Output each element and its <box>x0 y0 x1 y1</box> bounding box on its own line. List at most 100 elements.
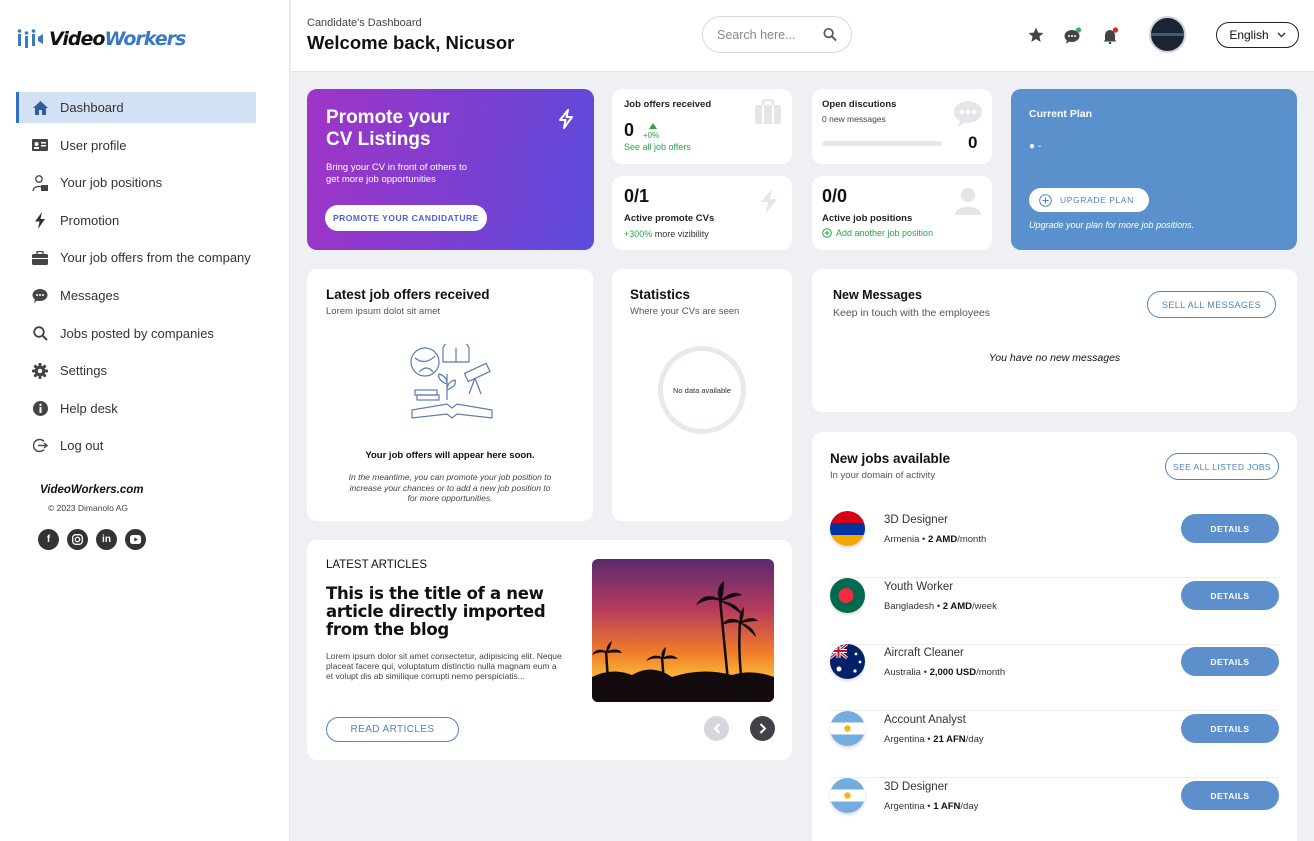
sidebar-item-help-desk[interactable]: Help desk <box>16 393 256 424</box>
job-title[interactable]: 3D Designer <box>884 514 948 526</box>
sidebar-item-jobs-posted[interactable]: Jobs posted by companies <box>16 318 256 349</box>
plan-value: ● - <box>1029 141 1042 152</box>
chat-icon <box>954 101 982 127</box>
job-meta: Armenia • 2 AMD/month <box>884 534 987 545</box>
linkedin-icon[interactable]: in <box>96 529 117 550</box>
sidebar-item-promotion[interactable]: Promotion <box>16 205 256 236</box>
sidebar-item-label: User profile <box>60 137 127 153</box>
details-button[interactable]: DETAILS <box>1181 714 1279 743</box>
promote-candidature-button[interactable]: PROMOTE YOUR CANDIDATURE <box>325 205 487 231</box>
bolt-icon <box>559 109 573 129</box>
job-row: 3D Designer Armenia • 2 AMD/month DETAIL… <box>830 511 1279 578</box>
sidebar-item-label: Log out <box>60 438 104 454</box>
details-button[interactable]: DETAILS <box>1181 781 1279 810</box>
sidebar-item-messages[interactable]: Messages <box>16 280 256 311</box>
bolt-icon <box>32 211 48 229</box>
sidebar-item-dashboard[interactable]: Dashboard <box>16 92 256 123</box>
briefcase-icon <box>32 250 48 266</box>
search-input[interactable] <box>717 27 813 42</box>
job-title[interactable]: 3D Designer <box>884 781 948 793</box>
promote-cvs-card: 0/1 Active promote CVs +300% more vizibi… <box>612 176 792 250</box>
user-tie-icon <box>32 174 48 191</box>
job-title[interactable]: Aircraft Cleaner <box>884 647 964 659</box>
sidebar-item-label: Messages <box>60 287 120 303</box>
details-button[interactable]: DETAILS <box>1181 581 1279 610</box>
current-plan-card: Current Plan ● - UPGRADE PLAN Upgrade yo… <box>1011 89 1297 250</box>
search-icon[interactable] <box>823 27 837 42</box>
latest-offers-empty-text: In the meantime, you can promote your jo… <box>348 472 552 503</box>
discussions-card: Open discutions 0 new messages 0 <box>812 89 992 164</box>
sidebar-item-label: Dashboard <box>60 100 124 115</box>
statistics-sub: Where your CVs are seen <box>630 306 740 317</box>
messages-sub: Keep in touch with the employees <box>833 307 991 319</box>
sidebar-item-label: Help desk <box>60 400 118 416</box>
argentina-flag-icon <box>830 778 865 813</box>
sidebar-item-job-offers-company[interactable]: Your job offers from the company <box>16 242 256 273</box>
latest-offers-sub: Lorem ipsum dolot sit amet <box>326 306 441 317</box>
job-meta: Bangladesh • 2 AMD/week <box>884 601 997 612</box>
sidebar-item-log-out[interactable]: Log out <box>16 430 256 461</box>
sidebar-item-label: Jobs posted by companies <box>60 325 214 341</box>
new-jobs-sub: In your domain of activity <box>830 470 936 481</box>
star-icon[interactable] <box>1027 26 1045 44</box>
job-offers-change: +0% <box>643 131 660 140</box>
plan-note: Upgrade your plan for more job positions… <box>1029 220 1195 230</box>
plan-title: Current Plan <box>1029 108 1093 120</box>
job-positions-count: 0/0 <box>822 186 848 206</box>
latest-offers-empty-title: Your job offers will appear here soon. <box>365 450 535 461</box>
chevron-right-icon <box>759 723 766 734</box>
logo[interactable]: VideoWorkers <box>17 28 186 50</box>
bangladesh-flag-icon <box>830 578 865 613</box>
upgrade-plan-button[interactable]: UPGRADE PLAN <box>1029 188 1149 212</box>
job-row: Account Analyst Argentina • 21 AFN/day D… <box>830 711 1279 778</box>
new-jobs-title: New jobs available <box>830 451 951 466</box>
see-all-messages-button[interactable]: SELL ALL MESSAGES <box>1147 291 1276 318</box>
armenia-flag-icon <box>830 511 865 546</box>
education-illustration-icon <box>410 344 493 419</box>
statistics-empty: No data available <box>673 385 731 395</box>
article-image[interactable] <box>592 559 774 702</box>
promo-title: Promote your CV Listings <box>326 107 450 150</box>
chat-notification-icon[interactable] <box>1064 26 1082 44</box>
header-subtitle: Candidate's Dashboard <box>307 17 422 29</box>
job-meta: Argentina • 21 AFN/day <box>884 734 984 745</box>
avatar[interactable] <box>1149 16 1186 53</box>
article-body: Lorem ipsum dolor sit amet consectetur, … <box>326 651 562 681</box>
add-job-position-link[interactable]: Add another job position <box>822 228 933 238</box>
article-title[interactable]: This is the title of a new article direc… <box>326 585 556 639</box>
details-button[interactable]: DETAILS <box>1181 514 1279 543</box>
instagram-icon[interactable] <box>67 529 88 550</box>
see-all-job-offers-link[interactable]: See all job offers <box>624 142 691 152</box>
sidebar-item-job-positions[interactable]: Your job positions <box>16 167 256 198</box>
footer-brand: VideoWorkers.com <box>40 484 144 496</box>
search-icon <box>32 325 48 341</box>
bolt-icon <box>761 189 777 213</box>
facebook-icon[interactable]: f <box>38 529 59 550</box>
youtube-icon[interactable] <box>125 529 146 550</box>
discussions-progress <box>822 141 942 146</box>
promote-cvs-note: +300% more vizibility <box>624 229 709 239</box>
read-articles-button[interactable]: READ ARTICLES <box>326 717 459 742</box>
plus-circle-icon <box>822 228 832 238</box>
search-box[interactable] <box>702 16 852 53</box>
prev-article-button[interactable] <box>704 716 729 741</box>
chevron-down-icon <box>1277 32 1286 38</box>
bell-icon[interactable] <box>1101 26 1119 44</box>
logout-icon <box>32 438 48 454</box>
next-article-button[interactable] <box>750 716 775 741</box>
details-button[interactable]: DETAILS <box>1181 647 1279 676</box>
see-all-jobs-button[interactable]: SEE ALL LISTED JOBS <box>1165 453 1279 480</box>
language-label: English <box>1229 28 1269 42</box>
job-meta: Australia • 2,000 USD/month <box>884 667 1006 678</box>
job-offers-card: Job offers received 0 +0% See all job of… <box>612 89 792 164</box>
language-select[interactable]: English <box>1216 22 1299 48</box>
sidebar-item-settings[interactable]: Settings <box>16 355 256 386</box>
sidebar-item-label: Promotion <box>60 212 120 228</box>
job-title[interactable]: Account Analyst <box>884 714 966 726</box>
job-title[interactable]: Youth Worker <box>884 581 953 593</box>
gear-icon <box>32 362 48 379</box>
sidebar-item-user-profile[interactable]: User profile <box>16 130 256 161</box>
discussions-count: 0 <box>968 133 978 152</box>
statistics-card: Statistics Where your CVs are seen No da… <box>612 269 792 521</box>
home-icon <box>32 100 48 116</box>
